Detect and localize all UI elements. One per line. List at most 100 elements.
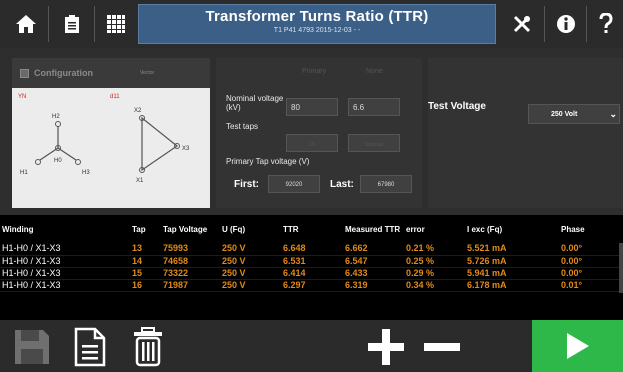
clipboard-icon: [65, 15, 79, 33]
cell-u-fq: 250 V: [220, 255, 281, 268]
configuration-checkbox[interactable]: [20, 68, 29, 78]
info-button[interactable]: [548, 6, 584, 42]
start-test-button[interactable]: [532, 320, 623, 372]
hv-terminal-h1: H1: [20, 170, 28, 176]
home-icon: [16, 15, 36, 33]
cell-phase: 0.00°: [559, 255, 623, 268]
grid-icon: [107, 15, 125, 33]
cell-tap-voltage: 73322: [161, 267, 220, 280]
page-subtitle: T1 P41 4793 2015-12-03 - -: [273, 27, 361, 34]
help-icon: [599, 13, 613, 33]
cell-i-exc: 5.521 mA: [465, 243, 559, 256]
cell-winding: H1-H0 / X1-X3: [0, 279, 130, 292]
cell-i-exc: 6.178 mA: [465, 279, 559, 292]
plus-icon: [368, 329, 404, 365]
test-taps-nominal-input[interactable]: Nominal: [348, 134, 400, 152]
lv-group-label: d11: [110, 94, 120, 100]
cell-winding: H1-H0 / X1-X3: [0, 243, 130, 256]
configuration-label: Configuration: [34, 68, 93, 78]
tools-icon: [513, 15, 531, 33]
test-taps-input[interactable]: 16: [286, 134, 338, 152]
table-row[interactable]: H1-H0 / X1-X3 13 75993 250 V 6.648 6.662…: [0, 243, 623, 256]
cell-ttr: 6.297: [281, 279, 343, 292]
delete-button[interactable]: [124, 326, 172, 368]
cell-phase: 0.00°: [559, 243, 623, 256]
hv-group-label: YN: [18, 94, 26, 100]
primary-tap-voltage-label: Primary Tap voltage (V): [226, 157, 310, 166]
save-button[interactable]: [8, 326, 56, 368]
info-icon: [557, 15, 575, 33]
test-voltage-label: Test Voltage: [428, 101, 486, 112]
col-header-tap-voltage: Tap Voltage: [163, 224, 208, 234]
cell-i-exc: 5.726 mA: [465, 255, 559, 268]
title-bar: Transformer Turns Ratio (TTR) T1 P41 479…: [138, 4, 496, 44]
table-row[interactable]: H1-H0 / X1-X3 15 73322 250 V 6.414 6.433…: [0, 267, 623, 280]
cell-u-fq: 250 V: [220, 267, 281, 280]
col-header-tap: Tap: [132, 224, 146, 234]
test-voltage-panel: Test Voltage 250 Volt ⌄: [428, 58, 623, 208]
configuration-panel: Configuration Vector YN d11 H2 H1 H0 H3: [12, 58, 210, 208]
document-icon: [74, 327, 106, 367]
tap-settings-panel: Primary None Nominal voltage (kV) 80 6.6…: [216, 58, 422, 208]
cell-winding: H1-H0 / X1-X3: [0, 255, 130, 268]
cell-tap: 16: [130, 279, 161, 292]
col-header-ttr: TTR: [283, 224, 299, 234]
page-title: Transformer Turns Ratio (TTR): [205, 8, 429, 25]
col-header-measured-ttr: Measured TTR: [345, 224, 401, 234]
cell-phase: 0.01°: [559, 279, 623, 292]
help-button[interactable]: [588, 6, 623, 42]
cell-phase: 0.00°: [559, 267, 623, 280]
col-header-u-fq: U (Fq): [222, 224, 246, 234]
lv-terminal-x1: X1: [136, 178, 144, 184]
cell-tap: 14: [130, 255, 161, 268]
cell-measured-ttr: 6.547: [343, 255, 404, 268]
test-voltage-select[interactable]: 250 Volt ⌄: [528, 104, 620, 124]
hv-terminal-h0: H0: [54, 158, 62, 164]
first-label: First:: [234, 179, 259, 190]
last-tap-input[interactable]: 67980: [360, 175, 412, 193]
cell-error: 0.34 %: [404, 279, 465, 292]
primary-button[interactable]: Primary: [302, 68, 326, 75]
cell-measured-ttr: 6.662: [343, 243, 404, 256]
last-label: Last:: [330, 179, 354, 190]
trash-icon: [134, 327, 162, 367]
add-button[interactable]: [362, 326, 410, 368]
tools-button[interactable]: [504, 6, 540, 42]
cell-i-exc: 5.941 mA: [465, 267, 559, 280]
nominal-voltage-label: Nominal voltage (kV): [226, 94, 284, 112]
chevron-down-icon: ⌄: [609, 109, 617, 119]
vector-tab[interactable]: Vector: [140, 70, 154, 76]
grid-button[interactable]: [98, 6, 134, 42]
cell-tap: 15: [130, 267, 161, 280]
top-bar: Transformer Turns Ratio (TTR) T1 P41 479…: [0, 0, 623, 48]
none-button[interactable]: None: [366, 68, 383, 75]
remove-button[interactable]: [418, 326, 466, 368]
report-button[interactable]: [66, 326, 114, 368]
clipboard-button[interactable]: [54, 6, 90, 42]
cell-ttr: 6.414: [281, 267, 343, 280]
home-button[interactable]: [8, 6, 44, 42]
settings-area: Configuration Vector YN d11 H2 H1 H0 H3: [0, 48, 623, 215]
cell-winding: H1-H0 / X1-X3: [0, 267, 130, 280]
hv-terminal-h3: H3: [82, 170, 90, 176]
col-header-winding: Winding: [2, 224, 34, 234]
first-tap-input[interactable]: 92020: [268, 175, 320, 193]
cell-u-fq: 250 V: [220, 279, 281, 292]
table-scrollbar[interactable]: [619, 243, 623, 293]
nominal-secondary-input[interactable]: 6.6: [348, 98, 400, 116]
cell-measured-ttr: 6.433: [343, 267, 404, 280]
col-header-phase: Phase: [561, 224, 585, 234]
test-taps-label: Test taps: [226, 122, 259, 131]
table-row[interactable]: H1-H0 / X1-X3 16 71987 250 V 6.297 6.319…: [0, 279, 623, 292]
nominal-primary-input[interactable]: 80: [286, 98, 338, 116]
table-row[interactable]: H1-H0 / X1-X3 14 74658 250 V 6.531 6.547…: [0, 255, 623, 268]
hv-terminal-h2: H2: [52, 114, 60, 120]
cell-error: 0.25 %: [404, 255, 465, 268]
cell-ttr: 6.648: [281, 243, 343, 256]
cell-tap: 13: [130, 243, 161, 256]
lv-terminal-x3: X3: [182, 146, 190, 152]
cell-tap-voltage: 75993: [161, 243, 220, 256]
cell-ttr: 6.531: [281, 255, 343, 268]
minus-icon: [424, 343, 460, 351]
col-header-error: error: [406, 224, 425, 234]
